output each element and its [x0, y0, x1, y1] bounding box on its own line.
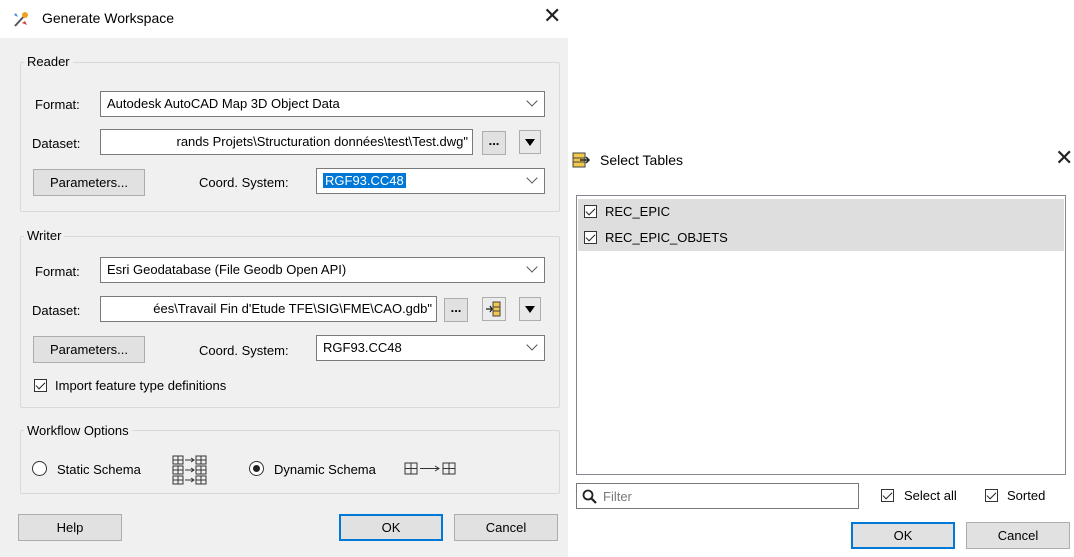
writer-coord-label: Coord. System: [199, 343, 289, 358]
table-name: REC_EPIC [605, 204, 671, 219]
reader-coord-value: RGF93.CC48 [323, 173, 406, 188]
writer-dataset-value: ées\Travail Fin d'Etude TFE\SIG\FME\CAO.… [153, 301, 432, 316]
workflow-options-label: Workflow Options [24, 423, 132, 438]
select-tables-title: Select Tables [600, 152, 684, 168]
select-all-checkbox[interactable] [881, 489, 894, 502]
list-item[interactable]: REC_EPIC [578, 199, 1064, 225]
table-name: REC_EPIC_OBJETS [605, 230, 728, 245]
table-checkbox[interactable] [584, 231, 597, 244]
dialog-title: Generate Workspace [42, 10, 175, 26]
writer-schema-button[interactable] [482, 297, 506, 321]
reader-parameters-button[interactable]: Parameters... [33, 169, 145, 196]
close-icon[interactable]: ✕ [543, 6, 561, 28]
writer-dataset-dropdown-button[interactable] [519, 297, 541, 321]
reader-dataset-field[interactable]: rands Projets\Structuration données\test… [100, 129, 473, 155]
dynamic-schema-label: Dynamic Schema [274, 462, 376, 477]
reader-coord-label: Coord. System: [199, 175, 289, 190]
chevron-down-icon [526, 95, 538, 107]
reader-coord-select[interactable]: RGF93.CC48 [316, 168, 545, 194]
close-icon[interactable]: ✕ [1055, 148, 1073, 170]
generate-workspace-body: Reader Format: Autodesk AutoCAD Map 3D O… [0, 38, 568, 557]
reader-format-label: Format: [35, 97, 80, 112]
static-schema-radio[interactable] [32, 461, 47, 476]
reader-dataset-value: rands Projets\Structuration données\test… [176, 134, 469, 149]
reader-dataset-label: Dataset: [32, 136, 81, 151]
filter-placeholder: Filter [603, 489, 632, 504]
import-definitions-checkbox[interactable] [34, 379, 47, 392]
sorted-label: Sorted [1007, 488, 1046, 503]
fme-wand-icon [14, 12, 28, 27]
select-tables-cancel-button[interactable]: Cancel [966, 522, 1070, 549]
chevron-down-icon [526, 261, 538, 273]
cancel-button[interactable]: Cancel [454, 514, 558, 541]
table-checkbox[interactable] [584, 205, 597, 218]
writer-coord-select[interactable]: RGF93.CC48 [316, 335, 545, 361]
help-button[interactable]: Help [18, 514, 122, 541]
import-definitions-label: Import feature type definitions [55, 378, 227, 393]
filter-input[interactable]: Filter [576, 483, 859, 509]
tables-list[interactable]: REC_EPIC REC_EPIC_OBJETS [576, 195, 1066, 475]
dynamic-schema-icon [404, 462, 456, 475]
reader-format-value: Autodesk AutoCAD Map 3D Object Data [107, 96, 340, 111]
dynamic-schema-radio[interactable] [249, 461, 264, 476]
chevron-down-icon [526, 172, 538, 184]
feature-types-icon [486, 301, 501, 317]
search-icon [582, 489, 597, 504]
chevron-down-icon [526, 339, 538, 351]
writer-format-select[interactable]: Esri Geodatabase (File Geodb Open API) [100, 257, 545, 283]
static-schema-label: Static Schema [57, 462, 141, 477]
select-tables-ok-button[interactable]: OK [851, 522, 955, 549]
writer-dataset-field[interactable]: ées\Travail Fin d'Etude TFE\SIG\FME\CAO.… [100, 296, 437, 322]
sorted-checkbox[interactable] [985, 489, 998, 502]
writer-dataset-label: Dataset: [32, 303, 81, 318]
writer-format-label: Format: [35, 264, 80, 279]
reader-format-select[interactable]: Autodesk AutoCAD Map 3D Object Data [100, 91, 545, 117]
ok-button[interactable]: OK [339, 514, 443, 541]
reader-dataset-dropdown-button[interactable] [519, 130, 541, 154]
reader-browse-button[interactable]: ... [482, 131, 506, 155]
writer-browse-button[interactable]: ... [444, 298, 468, 322]
static-schema-icon [172, 455, 207, 485]
select-tables-icon [572, 152, 591, 168]
reader-group-label: Reader [24, 54, 73, 69]
list-item[interactable]: REC_EPIC_OBJETS [578, 225, 1064, 251]
writer-group-label: Writer [24, 228, 65, 243]
writer-format-value: Esri Geodatabase (File Geodb Open API) [107, 262, 347, 277]
writer-coord-value: RGF93.CC48 [323, 340, 402, 355]
select-all-label: Select all [904, 488, 957, 503]
writer-parameters-button[interactable]: Parameters... [33, 336, 145, 363]
